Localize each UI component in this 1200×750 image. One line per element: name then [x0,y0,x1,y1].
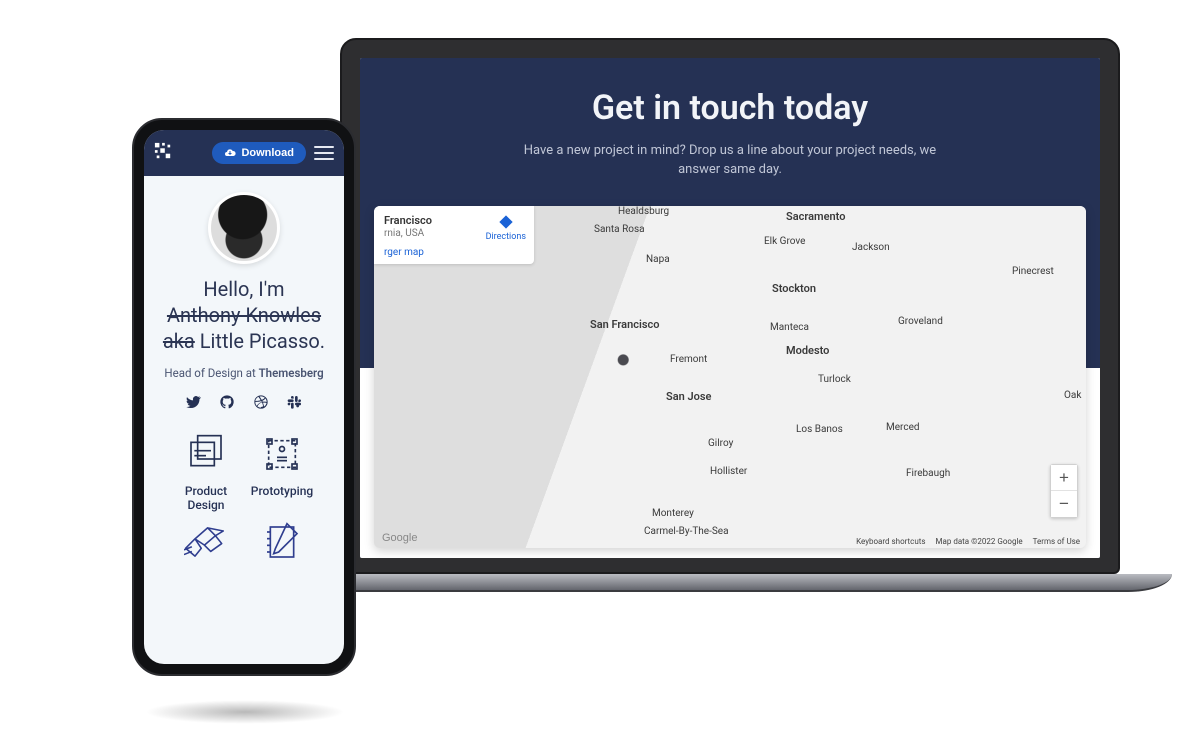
role-company: Themesberg [259,366,324,380]
laptop-device: Get in touch today Have a new project in… [340,38,1120,592]
service-product-design[interactable]: Product Design [168,434,244,512]
notebook-pencil-icon [262,522,302,562]
map-city-gilroy: Gilroy [708,438,733,449]
map-shortcuts-link[interactable]: Keyboard shortcuts [856,537,925,546]
map-info-card: Francisco rnia, USA rger map Directions [374,206,534,264]
service-notebook[interactable] [244,522,320,572]
directions-icon [498,214,514,230]
map-terms-link[interactable]: Terms of Use [1033,537,1080,546]
brand-logo[interactable] [154,142,172,165]
twitter-icon [185,394,201,410]
map-city-san-francisco: San Francisco [590,318,659,331]
map-city-napa: Napa [646,254,670,265]
map-city-los-banos: Los Banos [796,424,843,435]
map-city-modesto: Modesto [786,344,829,357]
download-button[interactable]: Download [212,142,306,164]
map-city-turlock: Turlock [818,374,851,385]
map-city-jackson: Jackson [852,242,890,253]
laptop-bezel: Get in touch today Have a new project in… [340,38,1120,574]
slack-icon [287,394,303,410]
download-label: Download [241,147,294,159]
map-city-hollister: Hollister [710,466,747,477]
map-city-fremont: Fremont [670,354,707,365]
map-google-logo: Google [382,532,417,544]
map-city-sacramento: Sacramento [786,210,845,223]
social-links [160,394,328,414]
slack-link[interactable] [287,394,303,414]
github-link[interactable] [219,394,235,414]
contact-hero: Get in touch today Have a new project in… [360,58,1100,558]
twitter-link[interactable] [185,394,201,414]
role-line: Head of Design at Themesberg [160,366,328,380]
laptop-viewport: Get in touch today Have a new project in… [360,58,1100,558]
phone-viewport: Download Hello, I'm Anthony Knowles aka … [144,130,344,664]
hero-title: Get in touch today [360,88,1100,128]
map-zoom-control: + − [1050,464,1078,518]
map-attribution: Keyboard shortcuts Map data ©2022 Google… [856,537,1080,546]
profile-section: Hello, I'm Anthony Knowles aka Little Pi… [144,176,344,572]
map-city-santa-rosa: Santa Rosa [594,224,645,235]
service-label: Product Design [168,484,244,512]
menu-button[interactable] [314,142,334,164]
github-icon [219,394,235,410]
intro-name-strike: Anthony Knowles [167,303,321,327]
map-view-larger-link[interactable]: rger map [384,247,524,258]
intro-aka-strike: aka [163,329,195,353]
map-container[interactable]: Santa Rosa Healdsburg Napa San Francisco… [374,206,1086,548]
phone-device: Download Hello, I'm Anthony Knowles aka … [132,118,356,676]
map-city-manteca: Manteca [770,322,809,333]
map-city-elk-grove: Elk Grove [764,236,805,247]
hero-subtitle: Have a new project in mind? Drop us a li… [510,142,950,180]
services-grid: Product Design Prototyping [160,414,328,572]
intro-nickname: Little Picasso. [195,329,325,353]
map-city-pinecrest: Pinecrest [1012,266,1054,277]
service-label: Prototyping [244,484,320,498]
avatar [208,192,280,264]
map-city-monterey: Monterey [652,508,694,519]
service-origami[interactable] [168,522,244,572]
map-city-oak: Oak [1064,390,1081,401]
dribbble-icon [253,394,269,410]
prototyping-icon [262,434,302,474]
laptop-base [288,574,1172,592]
product-design-icon [186,434,226,474]
cloud-download-icon [224,147,236,159]
map-city-san-jose: San Jose [666,390,711,403]
map-city-stockton: Stockton [772,282,816,295]
intro-text: Hello, I'm Anthony Knowles aka Little Pi… [160,276,328,354]
map-directions-button[interactable]: Directions [486,214,526,242]
service-prototyping[interactable]: Prototyping [244,434,320,512]
map-city-merced: Merced [886,422,920,433]
map-city-groveland: Groveland [898,316,943,327]
map-city-healdsburg: Healdsburg [618,206,669,217]
map-zoom-out-button[interactable]: − [1051,491,1077,517]
map-zoom-in-button[interactable]: + [1051,465,1077,491]
logo-icon [154,142,172,160]
intro-hello: Hello, I'm [203,277,284,301]
map-directions-label: Directions [486,232,526,242]
role-prefix: Head of Design at [164,366,258,380]
phone-shadow [145,700,345,724]
mobile-topbar: Download [144,130,344,176]
map-copyright: Map data ©2022 Google [936,537,1023,546]
map-city-carmel: Carmel-By-The-Sea [644,526,729,537]
dribbble-link[interactable] [253,394,269,414]
map-city-firebaugh: Firebaugh [906,468,950,479]
origami-bird-icon [184,522,228,562]
